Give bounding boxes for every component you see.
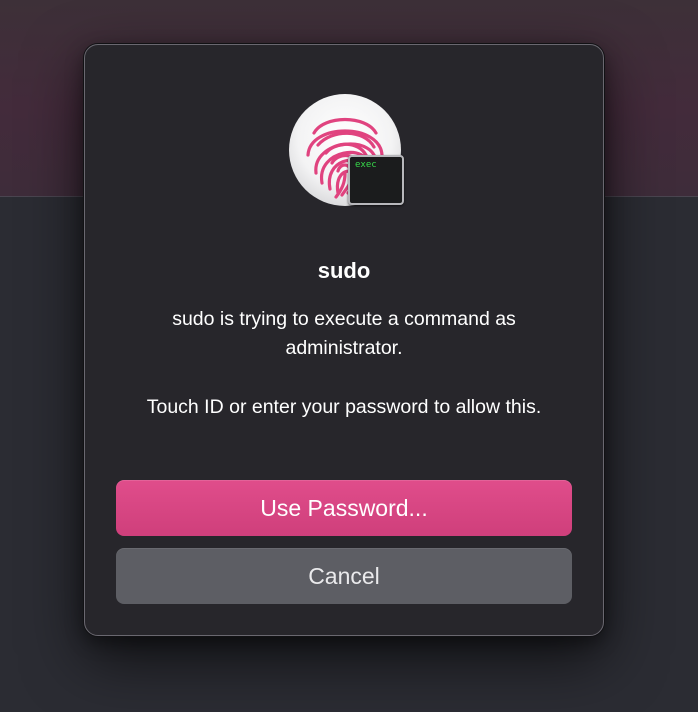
cancel-button[interactable]: Cancel (116, 548, 572, 604)
authentication-dialog: exec sudo sudo is trying to execute a co… (84, 44, 604, 636)
dialog-title: sudo (317, 258, 371, 283)
terminal-icon: exec (348, 155, 404, 205)
terminal-badge-text: exec (355, 160, 377, 170)
use-password-button[interactable]: Use Password... (116, 480, 572, 536)
dialog-instruction: Touch ID or enter your password to allow… (146, 396, 542, 418)
dialog-message: sudo is trying to execute a command as a… (172, 308, 516, 359)
